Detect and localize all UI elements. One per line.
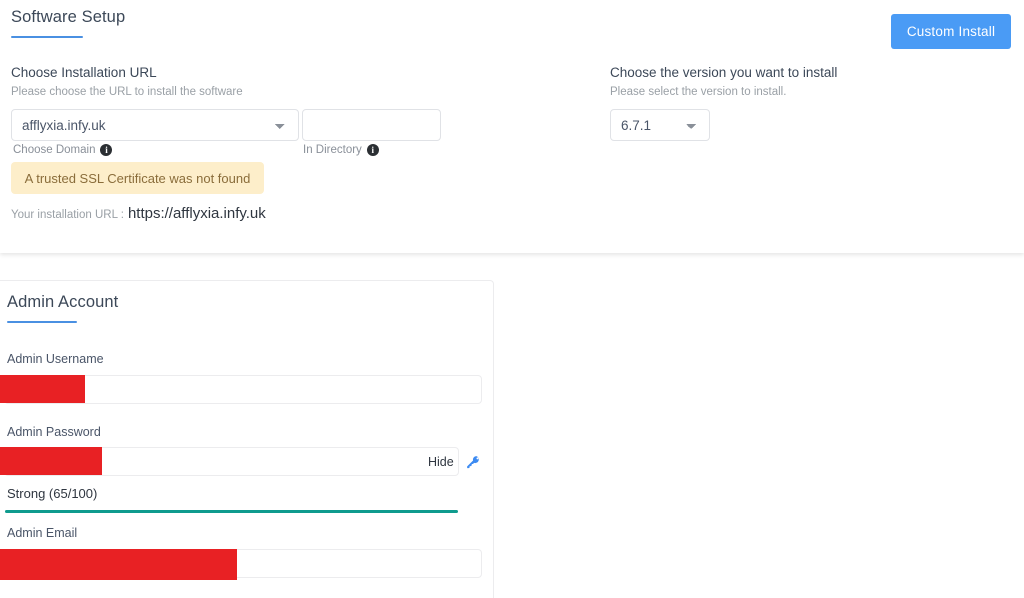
info-icon[interactable]: i: [100, 144, 113, 156]
admin-password-redaction: [0, 447, 102, 475]
directory-caption: In Directory i: [303, 144, 379, 156]
password-hide-toggle[interactable]: Hide: [428, 455, 454, 469]
admin-email-label: Admin Email: [7, 526, 78, 540]
installation-url-display: Your installation URL : https://afflyxia…: [11, 205, 266, 222]
installation-url-display-label: Your installation URL :: [11, 209, 124, 221]
admin-account-title-underline: [7, 321, 77, 323]
version-select[interactable]: 6.7.1: [610, 109, 710, 141]
domain-caption-label: Choose Domain: [13, 144, 96, 156]
installation-url-heading: Choose Installation URL: [11, 65, 157, 80]
software-setup-title-underline: [11, 36, 83, 38]
version-subheading: Please select the version to install.: [610, 86, 787, 98]
ssl-warning-banner: A trusted SSL Certificate was not found: [11, 162, 264, 194]
admin-account-title: Admin Account: [7, 293, 119, 311]
installation-url-display-value: https://afflyxia.infy.uk: [127, 205, 266, 222]
directory-input[interactable]: [302, 109, 441, 141]
installation-url-subheading: Please choose the URL to install the sof…: [11, 86, 243, 98]
password-strength-bar: [5, 510, 458, 513]
admin-email-redaction: [0, 549, 237, 580]
directory-caption-label: In Directory: [303, 144, 362, 156]
password-strength-text: Strong (65/100): [7, 486, 98, 501]
software-setup-card: Software Setup Custom Install Choose Ins…: [0, 0, 1024, 253]
domain-select[interactable]: afflyxia.infy.uk: [11, 109, 299, 141]
key-icon[interactable]: [464, 452, 482, 470]
version-heading: Choose the version you want to install: [610, 65, 838, 80]
admin-password-label: Admin Password: [7, 425, 101, 439]
domain-caption: Choose Domain i: [13, 144, 113, 156]
custom-install-button[interactable]: Custom Install: [891, 14, 1011, 49]
info-icon[interactable]: i: [366, 144, 379, 156]
admin-username-label: Admin Username: [7, 352, 104, 366]
page-title: Software Setup: [11, 8, 126, 26]
installer-page: Software Setup Custom Install Choose Ins…: [0, 0, 1024, 598]
admin-username-redaction: [0, 375, 85, 403]
